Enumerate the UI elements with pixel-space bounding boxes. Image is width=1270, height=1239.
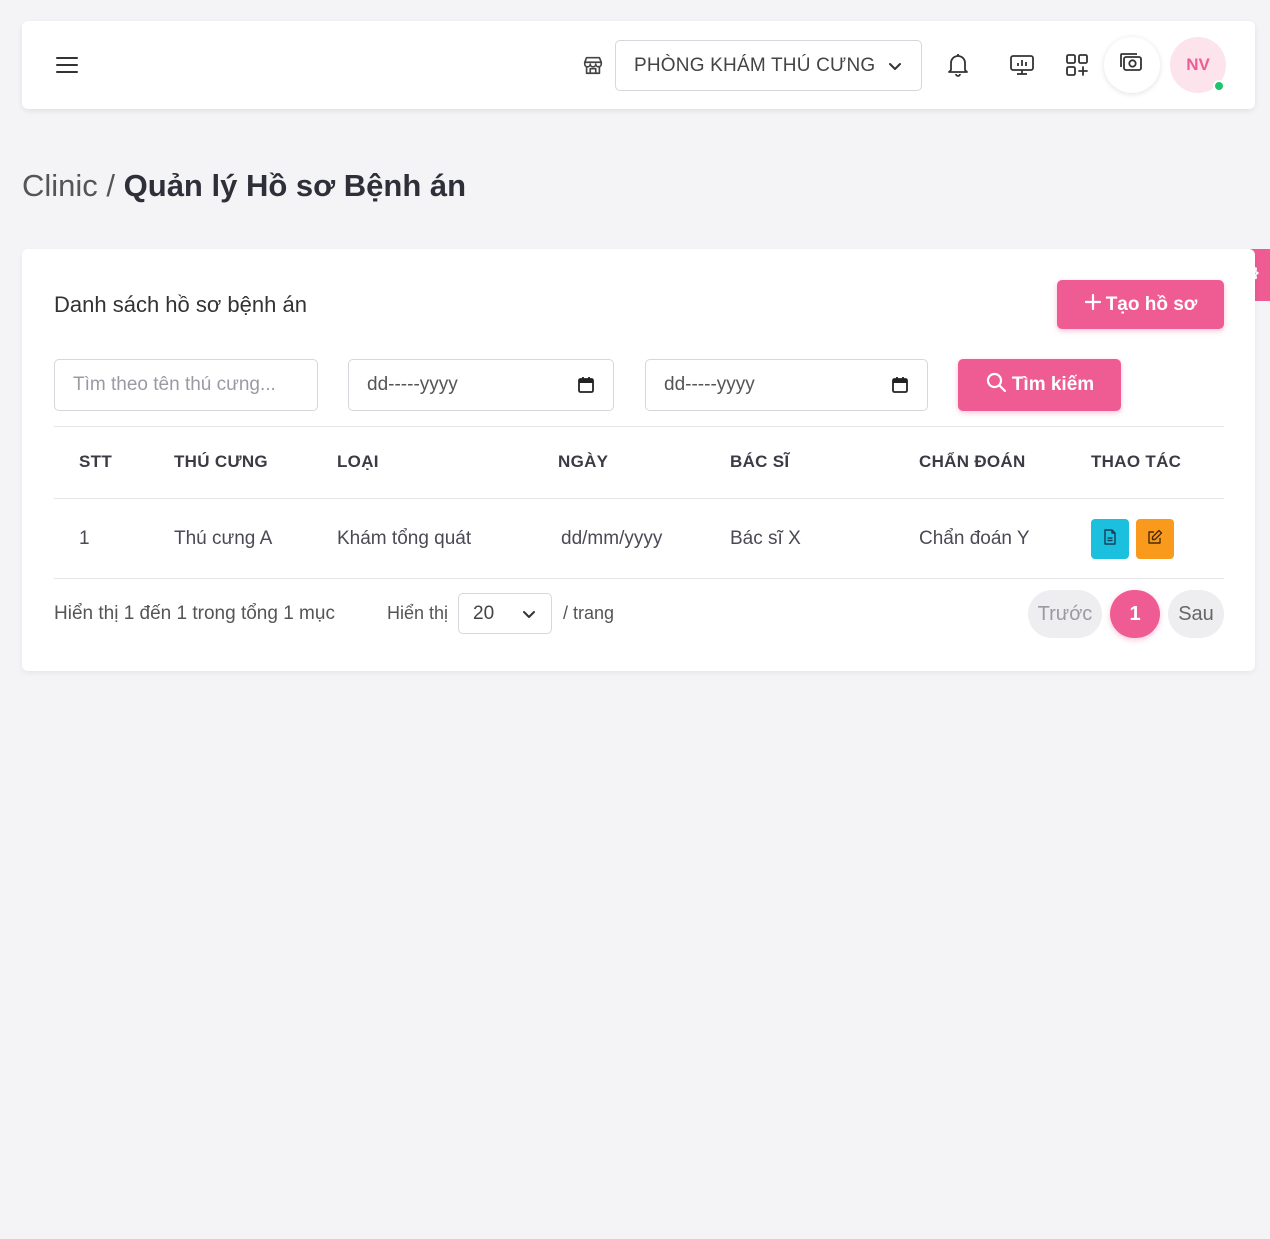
divider bbox=[54, 578, 1224, 579]
clinic-selector-label: PHÒNG KHÁM THÚ CƯNG bbox=[634, 54, 876, 76]
breadcrumb-root[interactable]: Clinic bbox=[22, 168, 98, 203]
online-status-dot bbox=[1213, 80, 1225, 92]
page-size-value: 20 bbox=[473, 602, 495, 624]
column-header-type: LOẠI bbox=[337, 452, 379, 471]
create-record-label: Tạo hồ sơ bbox=[1105, 293, 1198, 315]
prev-page-button[interactable]: Trước bbox=[1028, 590, 1102, 638]
search-button-label: Tìm kiếm bbox=[1011, 374, 1095, 395]
date-to-field[interactable]: dd-----yyyy bbox=[645, 359, 928, 411]
page-size-select[interactable]: 20 bbox=[458, 593, 552, 634]
camera-button[interactable] bbox=[1104, 37, 1160, 93]
clinic-selector[interactable]: PHÒNG KHÁM THÚ CƯNG bbox=[615, 40, 922, 91]
pet-search-input[interactable] bbox=[73, 374, 299, 396]
card-title: Danh sách hồ sơ bệnh án bbox=[54, 292, 307, 317]
pagination-summary: Hiển thị 1 đến 1 trong tổng 1 mục bbox=[54, 603, 335, 624]
camera-icon bbox=[1119, 51, 1145, 80]
apps-add-icon[interactable] bbox=[1062, 50, 1092, 80]
avatar-initials: NV bbox=[1186, 55, 1210, 74]
avatar[interactable]: NV bbox=[1170, 37, 1226, 93]
pet-search-field bbox=[54, 359, 318, 411]
store-icon bbox=[582, 54, 604, 76]
cell-diagnosis: Chẩn đoán Y bbox=[919, 528, 1030, 549]
date-from-field[interactable]: dd-----yyyy bbox=[348, 359, 614, 411]
calendar-icon[interactable] bbox=[577, 376, 595, 394]
date-to-input[interactable]: dd-----yyyy bbox=[664, 374, 755, 396]
create-record-button[interactable]: Tạo hồ sơ bbox=[1057, 280, 1224, 329]
breadcrumb-separator: / bbox=[97, 168, 124, 203]
column-header-pet: THÚ CƯNG bbox=[174, 452, 268, 471]
search-button[interactable]: Tìm kiếm bbox=[958, 359, 1121, 411]
menu-icon[interactable] bbox=[52, 50, 82, 80]
records-card: Danh sách hồ sơ bệnh án Tạo hồ sơ dd----… bbox=[22, 249, 1255, 671]
view-record-button[interactable] bbox=[1091, 519, 1129, 559]
cell-stt: 1 bbox=[79, 528, 90, 549]
per-page-label: / trang bbox=[563, 603, 615, 623]
cell-type: Khám tổng quát bbox=[337, 528, 472, 549]
document-icon bbox=[1103, 528, 1117, 550]
breadcrumb: Clinic / Quản lý Hồ sơ Bệnh án bbox=[22, 168, 466, 204]
divider bbox=[54, 498, 1224, 499]
column-header-actions: THAO TÁC bbox=[1091, 452, 1182, 471]
column-header-doctor: BÁC SĨ bbox=[730, 452, 790, 471]
cell-doctor: Bác sĩ X bbox=[730, 528, 801, 549]
column-header-date: NGÀY bbox=[558, 452, 609, 471]
date-from-input[interactable]: dd-----yyyy bbox=[367, 374, 458, 396]
search-icon bbox=[985, 371, 1007, 399]
cell-date: dd/mm/yyyy bbox=[561, 528, 663, 549]
chevron-down-icon bbox=[887, 58, 903, 74]
chevron-down-icon bbox=[521, 606, 537, 622]
top-bar: PHÒNG KHÁM THÚ CƯNG NV bbox=[22, 21, 1255, 109]
cell-pet: Thú cưng A bbox=[174, 528, 273, 549]
next-page-button[interactable]: Sau bbox=[1168, 590, 1224, 638]
column-header-stt: STT bbox=[79, 452, 113, 471]
monitor-icon[interactable] bbox=[1007, 50, 1037, 80]
page-size-label: Hiển thị bbox=[387, 603, 449, 623]
calendar-icon[interactable] bbox=[891, 376, 909, 394]
edit-record-button[interactable] bbox=[1136, 519, 1174, 559]
plus-icon bbox=[1084, 293, 1102, 317]
page-1-button[interactable]: 1 bbox=[1110, 590, 1160, 638]
divider bbox=[54, 426, 1224, 427]
edit-icon bbox=[1147, 529, 1163, 550]
bell-icon[interactable] bbox=[943, 50, 973, 80]
page-title: Quản lý Hồ sơ Bệnh án bbox=[123, 168, 467, 203]
column-header-diagnosis: CHẨN ĐOÁN bbox=[919, 452, 1026, 471]
